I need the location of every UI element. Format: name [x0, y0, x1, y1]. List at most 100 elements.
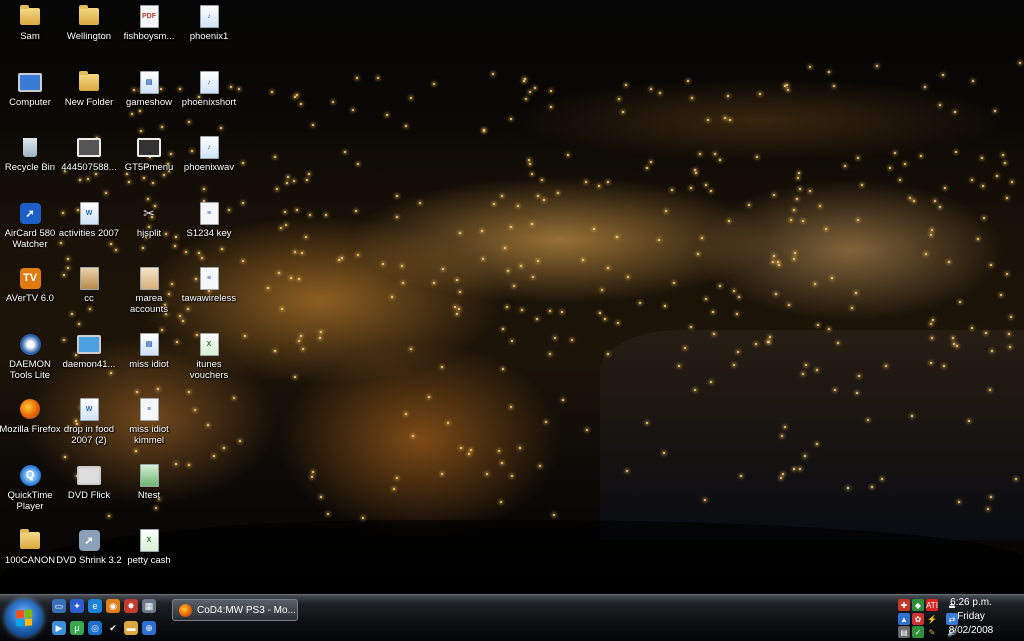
city-light: [266, 287, 269, 290]
city-light: [665, 209, 668, 212]
desktop-icon-marea-accounts[interactable]: marea accounts: [117, 264, 181, 324]
start-button[interactable]: [5, 599, 43, 637]
tray-update-icon[interactable]: ✓: [912, 626, 924, 638]
desktop-icon-computer[interactable]: Computer: [0, 68, 62, 128]
hjsplit-icon: ✂: [143, 204, 155, 221]
tray-antivirus-icon[interactable]: ✚: [898, 599, 910, 611]
city-light: [440, 365, 443, 368]
desktop-icon-fishboysm[interactable]: PDF fishboysm...: [117, 2, 181, 62]
desktop-icon-avertv[interactable]: TV AVerTV 6.0: [0, 264, 62, 324]
desktop-icon-cc[interactable]: cc: [57, 264, 121, 324]
desktop-icon-phoenixwav[interactable]: ♪ phoenixwav: [177, 133, 241, 193]
desktop-icon-drop-in-food[interactable]: W drop in food 2007 (2): [57, 395, 121, 455]
avertv-icon: TV: [18, 266, 42, 290]
city-light: [290, 276, 293, 279]
city-light: [691, 96, 694, 99]
city-light: [212, 455, 215, 458]
city-light: [1006, 273, 1008, 276]
city-light: [971, 326, 974, 329]
city-light: [566, 154, 569, 157]
city-light: [601, 288, 604, 291]
city-light: [549, 105, 552, 108]
city-light: [880, 478, 883, 481]
quicklaunch-window-switcher-icon[interactable]: ▦: [142, 599, 156, 613]
city-light: [598, 311, 601, 314]
city-light: [727, 94, 730, 97]
city-light: [701, 237, 704, 240]
city-light: [312, 471, 315, 474]
city-light: [351, 109, 354, 112]
clock-day[interactable]: Friday: [936, 611, 1006, 622]
city-light: [409, 347, 412, 350]
quicklaunch-check-icon[interactable]: ✔: [106, 621, 120, 635]
city-light: [645, 422, 648, 425]
city-light: [999, 294, 1002, 297]
quicklaunch-media-player-icon[interactable]: ▶: [52, 621, 66, 635]
desktop-icon-phoenix1[interactable]: ♪ phoenix1: [177, 2, 241, 62]
city-light: [690, 326, 693, 329]
desktop-icon-444507588[interactable]: 444507588...: [57, 133, 121, 193]
city-light: [592, 228, 595, 231]
city-light: [243, 335, 246, 338]
city-light: [792, 467, 795, 470]
desktop-icon-daemon41[interactable]: daemon41...: [57, 330, 121, 390]
quicklaunch-media-icon[interactable]: ✸: [124, 599, 138, 613]
desktop-icon-miss-idiot-kimmel[interactable]: ≡ miss idiot kimmel: [117, 395, 181, 455]
quicklaunch-folder-icon[interactable]: ▬: [124, 621, 138, 635]
city-light: [536, 194, 539, 197]
city-light: [524, 98, 527, 101]
desktop-icon-s1234-key[interactable]: ≡ S1234 key: [177, 199, 241, 259]
city-light: [386, 113, 389, 116]
desktop-icon-itunes-vouchers[interactable]: X itunes vouchers: [177, 330, 241, 390]
desktop-icon-gameshow[interactable]: ▤ gameshow: [117, 68, 181, 128]
desktop-icon-dvd-shrink[interactable]: ➚ DVD Shrink 3.2: [56, 526, 122, 586]
mp3-file-icon: ♪: [197, 70, 221, 94]
quicklaunch-show-desktop-icon[interactable]: ▭: [52, 599, 66, 613]
desktop-icon-quicktime-player[interactable]: Q QuickTime Player: [0, 461, 62, 521]
tray-aircard-icon[interactable]: ▲: [898, 613, 910, 625]
city-light: [796, 176, 799, 179]
pdf-file-icon: PDF: [137, 4, 161, 28]
quicklaunch-internet-explorer-icon[interactable]: e: [88, 599, 102, 613]
city-light: [343, 151, 346, 154]
city-light: [948, 260, 951, 263]
desktop-icon-phoenixshort[interactable]: ♪ phoenixshort: [177, 68, 241, 128]
desktop-icon-daemon-tools-lite[interactable]: DAEMON Tools Lite: [0, 330, 62, 390]
city-light: [714, 152, 717, 155]
quicklaunch-outlook-icon[interactable]: ◎: [88, 621, 102, 635]
desktop-icon-mozilla-firefox[interactable]: Mozilla Firefox: [0, 395, 62, 455]
tray-burn-icon[interactable]: ✿: [912, 613, 924, 625]
desktop-icon-activities-2007[interactable]: W activities 2007: [57, 199, 121, 259]
desktop-icon-sam[interactable]: Sam: [0, 2, 62, 62]
city-light: [803, 454, 806, 457]
desktop-icon-wellington[interactable]: Wellington: [57, 2, 121, 62]
quicklaunch-firefox-icon[interactable]: ◉: [106, 599, 120, 613]
city-light: [486, 472, 489, 475]
city-light: [903, 163, 906, 166]
desktop-icon-dvd-flick[interactable]: DVD Flick: [57, 461, 121, 521]
desktop-icon-tawawireless[interactable]: ≡ tawawireless: [177, 264, 241, 324]
desktop-icon-gt5pmenu[interactable]: GT5Pmenu: [117, 133, 181, 193]
city-light: [846, 486, 849, 489]
tray-shield-icon[interactable]: ◆: [912, 599, 924, 611]
desktop-icon-hjsplit[interactable]: ✂ hjsplit: [117, 199, 181, 259]
quicklaunch-globe-icon[interactable]: ⊕: [142, 621, 156, 635]
document-icon: ▤: [137, 70, 161, 94]
desktop-icon-petty-cash[interactable]: X petty cash: [117, 526, 181, 586]
taskbar-button-firefox-window[interactable]: CoD4:MW PS3 - Mo...: [172, 599, 298, 621]
quicklaunch-utorrent-icon[interactable]: µ: [70, 621, 84, 635]
desktop-icon-aircard-watcher[interactable]: ➚ AirCard 580 Watcher: [0, 199, 62, 259]
clock-time[interactable]: 6:26 p.m.: [936, 597, 1006, 608]
desktop-icon-100canon[interactable]: 100CANON: [0, 526, 62, 586]
desktop-icon-miss-idiot[interactable]: ▤ miss idiot: [117, 330, 181, 390]
clock-date[interactable]: 8/02/2008: [936, 625, 1006, 636]
quicklaunch-messenger-icon[interactable]: ✦: [70, 599, 84, 613]
desktop-icon-new-folder[interactable]: New Folder: [57, 68, 121, 128]
desktop-icon-ntest[interactable]: Ntest: [117, 461, 181, 521]
text-file-icon: ≡: [197, 201, 221, 225]
city-light: [704, 184, 707, 187]
desktop-icon-recycle-bin[interactable]: Recycle Bin: [0, 133, 62, 193]
city-light: [981, 157, 984, 160]
firefox-icon: [18, 397, 42, 421]
tray-printer-icon[interactable]: ▤: [898, 626, 910, 638]
